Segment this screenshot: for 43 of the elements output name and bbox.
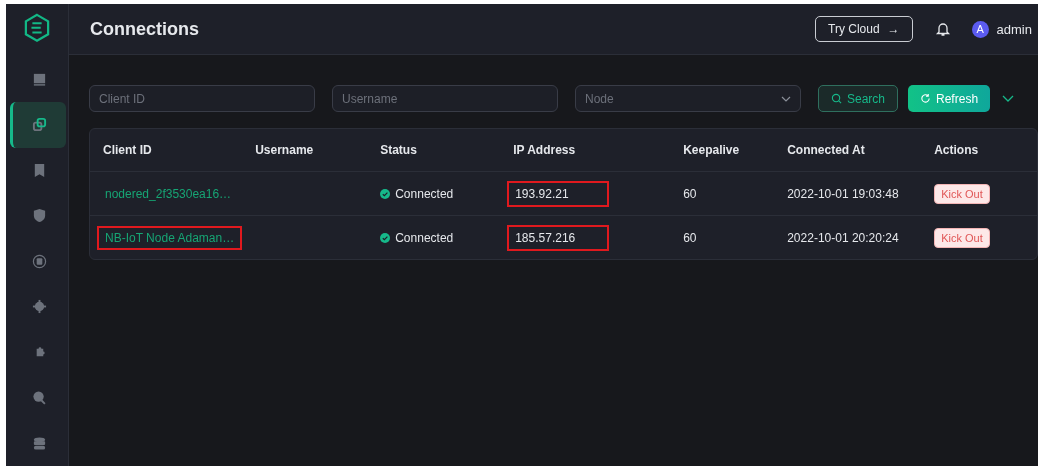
shield-icon [32,208,47,224]
refresh-icon [920,93,932,104]
ip-address: 185.57.216 [507,224,610,251]
status-text: Connected [395,186,454,201]
try-cloud-button[interactable]: Try Cloud → [815,16,913,42]
check-icon [380,188,391,199]
page-title: Connections [90,18,199,40]
bell-icon[interactable] [934,21,951,37]
column-header: Status [380,143,417,157]
bookmark-icon [32,162,47,178]
chart-icon [32,71,47,87]
list-icon [32,253,47,269]
nav-item[interactable] [10,102,66,148]
avatar[interactable]: A [971,20,989,38]
column-header: Actions [934,143,979,157]
keepalive-value: 60 [683,186,697,201]
user-name[interactable]: admin [996,21,1032,37]
magnifier-icon [32,390,47,406]
username-field[interactable]: Username [332,85,558,112]
node-select[interactable]: Node [575,85,801,112]
client-id-link[interactable]: nodered_2f3530ea16… [97,181,240,206]
connected-time: 2022-10-01 20:20:24 [787,230,899,245]
database-icon [32,435,47,451]
kick-out-button[interactable]: Kick Out [934,183,990,204]
client-id-link[interactable]: NB-IoT Node Adaman… [97,225,243,250]
connected-time: 2022-10-01 19:03:48 [787,186,899,201]
search-icon [831,93,842,104]
column-header: Username [255,143,314,157]
keepalive-value: 60 [683,230,697,245]
column-header: Connected At [787,143,865,157]
search-button[interactable]: Search [818,85,899,112]
status-text: Connected [395,230,454,245]
logo-icon [23,13,51,43]
expand-icon[interactable] [1002,94,1015,103]
column-header: Client ID [103,143,152,157]
client-id-field[interactable]: Client ID [89,85,315,112]
column-header: Keepalive [683,143,740,157]
kick-out-button[interactable]: Kick Out [934,227,990,248]
link-icon [32,117,47,133]
column-header: IP Address [513,143,576,157]
ip-address: 193.92.21 [507,180,610,207]
chevron-down-icon [781,95,791,102]
check-icon [380,232,391,243]
